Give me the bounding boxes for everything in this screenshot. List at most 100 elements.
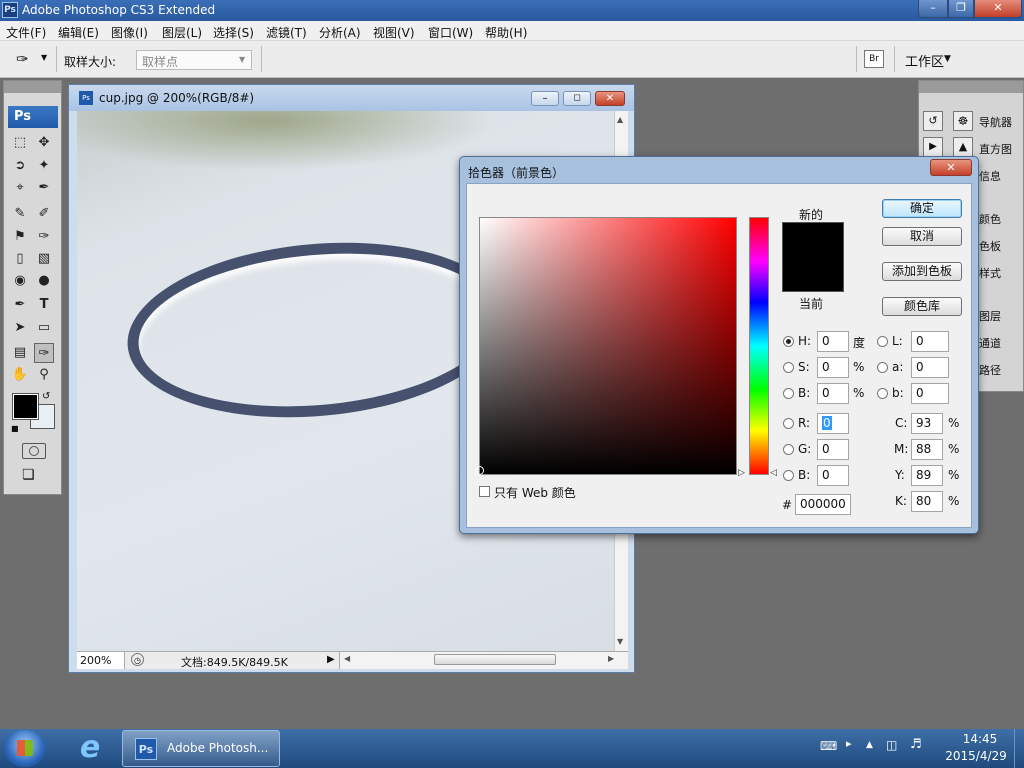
ok-button[interactable]: 确定 <box>882 199 962 218</box>
menu-file[interactable]: 文件(F) <box>6 24 46 41</box>
scroll-down-icon[interactable]: ▼ <box>617 637 623 646</box>
dodge-tool-icon[interactable]: ● <box>34 271 54 291</box>
lasso-tool-icon[interactable]: ➲ <box>10 156 30 176</box>
radio-a[interactable] <box>877 362 888 373</box>
document-title-bar[interactable]: Ps cup.jpg @ 200%(RGB/8#) – ◻ ✕ <box>69 85 634 111</box>
eyedropper-tool-icon[interactable]: ✑ <box>34 343 54 363</box>
menu-image[interactable]: 图像(I) <box>111 24 148 41</box>
radio-l[interactable] <box>877 336 888 347</box>
menu-analysis[interactable]: 分析(A) <box>319 24 361 41</box>
brush-tool-icon[interactable]: ✐ <box>34 204 54 224</box>
field-r[interactable]: 0 <box>817 413 849 434</box>
keyboard-icon[interactable]: ⌨ <box>820 739 837 753</box>
panel-histogram[interactable]: 直方图 <box>979 141 1012 157</box>
color-libraries-button[interactable]: 颜色库 <box>882 297 962 316</box>
blur-tool-icon[interactable]: ◉ <box>10 271 30 291</box>
field-k[interactable]: 80 <box>911 491 943 512</box>
scroll-up-icon[interactable]: ▲ <box>617 115 623 124</box>
close-button[interactable]: ✕ <box>974 0 1022 18</box>
internet-explorer-icon[interactable]: e <box>72 731 108 765</box>
swap-colors-icon[interactable]: ↺ <box>42 391 50 402</box>
panel-channels[interactable]: 通道 <box>979 335 1001 351</box>
horizontal-scroll-thumb[interactable] <box>434 654 556 665</box>
panel-swatches[interactable]: 色板 <box>979 238 1001 254</box>
doc-minimize-button[interactable]: – <box>531 91 559 106</box>
navigator-icon[interactable]: ☸ <box>953 111 973 131</box>
radio-h[interactable] <box>783 336 794 347</box>
doc-close-button[interactable]: ✕ <box>595 91 625 106</box>
field-g[interactable]: 0 <box>817 439 849 460</box>
marquee-tool-icon[interactable]: ⬚ <box>10 133 30 153</box>
slice-tool-icon[interactable]: ✒ <box>34 178 54 198</box>
workspace-menu[interactable]: 工作区 <box>905 51 944 70</box>
path-selection-tool-icon[interactable]: ➤ <box>10 318 30 338</box>
tool-preset-arrow-icon[interactable]: ▼ <box>41 53 47 62</box>
network-icon[interactable]: ◫ <box>886 738 897 752</box>
field-b[interactable]: 0 <box>817 383 849 404</box>
panel-layers[interactable]: 图层 <box>979 308 1001 324</box>
status-menu-arrow-icon[interactable]: ▶ <box>327 654 335 665</box>
healing-brush-tool-icon[interactable]: ✎ <box>10 204 30 224</box>
field-m[interactable]: 88 <box>911 439 943 460</box>
picker-close-button[interactable]: ✕ <box>930 159 972 176</box>
color-field-cursor[interactable] <box>475 466 484 475</box>
maximize-button[interactable]: ❐ <box>948 0 974 18</box>
radio-g[interactable] <box>783 444 794 455</box>
radio-r[interactable] <box>783 418 794 429</box>
hue-slider[interactable] <box>749 217 769 475</box>
volume-icon[interactable]: ♬ <box>910 737 922 752</box>
clock-date[interactable]: 2015/4/29 <box>940 749 1012 763</box>
foreground-color-swatch[interactable] <box>12 393 39 420</box>
clone-stamp-tool-icon[interactable]: ⚑ <box>10 227 30 247</box>
cancel-button[interactable]: 取消 <box>882 227 962 246</box>
actions-icon[interactable]: ▶ <box>923 137 943 157</box>
magic-wand-tool-icon[interactable]: ✦ <box>34 156 54 176</box>
crop-tool-icon[interactable]: ⌖ <box>10 178 30 198</box>
web-only-checkbox[interactable] <box>479 486 490 497</box>
field-c[interactable]: 93 <box>911 413 943 434</box>
status-info-icon[interactable]: ◷ <box>131 653 144 666</box>
shape-tool-icon[interactable]: ▭ <box>34 318 54 338</box>
screen-mode-icon[interactable]: ❏ <box>22 467 35 483</box>
tools-panel-header[interactable] <box>4 81 61 93</box>
type-tool-icon[interactable]: T <box>34 295 54 315</box>
bridge-icon[interactable]: Br <box>864 50 884 68</box>
radio-s[interactable] <box>783 362 794 373</box>
doc-maximize-button[interactable]: ◻ <box>563 91 591 106</box>
pen-tool-icon[interactable]: ✒ <box>10 295 30 315</box>
hand-tool-icon[interactable]: ✋ <box>10 365 30 385</box>
scroll-right-icon[interactable]: ▶ <box>608 654 614 663</box>
sample-size-select[interactable]: 取样点 ▼ <box>136 50 252 70</box>
menu-edit[interactable]: 编辑(E) <box>58 24 99 41</box>
taskbar-photoshop-item[interactable]: Ps Adobe Photosh... <box>122 730 280 767</box>
radio-blue[interactable] <box>783 470 794 481</box>
hue-slider-right-arrow-icon[interactable]: ◁ <box>770 468 777 478</box>
scroll-left-icon[interactable]: ◀ <box>344 654 350 663</box>
gradient-tool-icon[interactable]: ▧ <box>34 249 54 269</box>
panel-navigator[interactable]: 导航器 <box>979 114 1012 130</box>
hex-field[interactable]: 000000 <box>795 494 851 515</box>
history-icon[interactable]: ↺ <box>923 111 943 131</box>
clock-time[interactable]: 14:45 <box>950 732 1010 746</box>
zoom-field[interactable]: 200% <box>77 652 125 669</box>
move-tool-icon[interactable]: ✥ <box>34 133 54 153</box>
color-field[interactable] <box>475 217 737 475</box>
field-h[interactable]: 0 <box>817 331 849 352</box>
menu-filter[interactable]: 滤镜(T) <box>266 24 307 41</box>
add-to-swatches-button[interactable]: 添加到色板 <box>882 262 962 281</box>
panel-color[interactable]: 颜色 <box>979 211 1001 227</box>
field-lab-b[interactable]: 0 <box>911 383 949 404</box>
chevron-down-icon[interactable]: ▼ <box>944 54 951 64</box>
menu-select[interactable]: 选择(S) <box>213 24 254 41</box>
menu-help[interactable]: 帮助(H) <box>485 24 527 41</box>
panel-styles[interactable]: 样式 <box>979 265 1001 281</box>
field-l[interactable]: 0 <box>911 331 949 352</box>
eraser-tool-icon[interactable]: ▯ <box>10 249 30 269</box>
field-s[interactable]: 0 <box>817 357 849 378</box>
field-a[interactable]: 0 <box>911 357 949 378</box>
tray-expand-icon[interactable]: ▲ <box>866 740 873 750</box>
menu-window[interactable]: 窗口(W) <box>428 24 473 41</box>
radio-lab-b[interactable] <box>877 388 888 399</box>
radio-b[interactable] <box>783 388 794 399</box>
eyedropper-icon[interactable]: ✑ <box>16 50 29 68</box>
